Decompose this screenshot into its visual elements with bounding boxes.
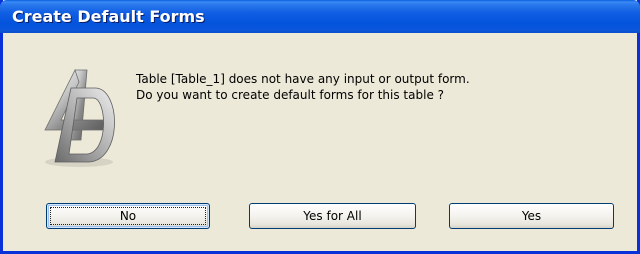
message-line-1: Table [Table_1] does not have any input …	[136, 72, 470, 86]
title-bar[interactable]: Create Default Forms	[0, 0, 640, 33]
no-button-label: No	[119, 209, 137, 223]
message-line-2: Do you want to create default forms for …	[136, 88, 445, 102]
message-text: Table [Table_1] does not have any input …	[136, 71, 470, 103]
yes-for-all-button-label: Yes for All	[303, 209, 362, 223]
no-button[interactable]: No	[46, 203, 210, 229]
yes-button-label: Yes	[521, 209, 542, 223]
create-default-forms-dialog: Create Default Forms Table [Table_1] doe…	[0, 0, 640, 254]
window-title: Create Default Forms	[12, 7, 205, 26]
yes-button[interactable]: Yes	[449, 203, 614, 229]
yes-for-all-button[interactable]: Yes for All	[249, 203, 416, 229]
4d-logo-icon	[35, 66, 125, 172]
